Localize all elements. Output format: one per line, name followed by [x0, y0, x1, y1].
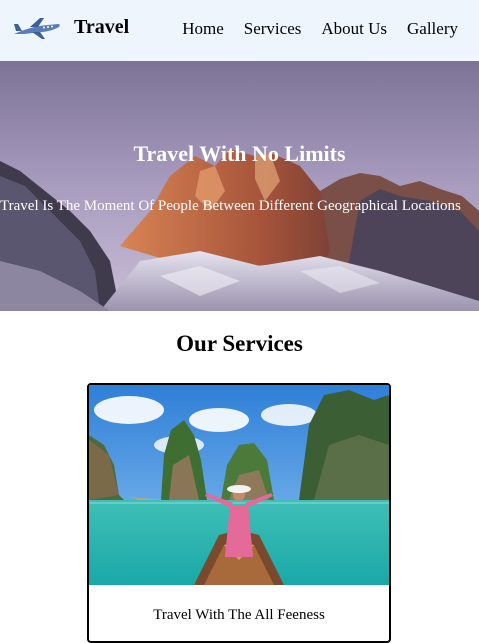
brand-name: Travel [74, 16, 130, 38]
brand[interactable]: Travel [12, 12, 129, 42]
service-card-caption: Travel With The All Feeness [153, 607, 325, 623]
site-header: Travel Home Services About Us Gallery [0, 0, 479, 61]
nav-gallery[interactable]: Gallery [407, 18, 458, 40]
main-nav: Home Services About Us Gallery [182, 18, 458, 40]
airplane-icon [12, 12, 62, 42]
service-card[interactable]: Travel With The All Feeness [87, 383, 391, 643]
nav-about-us[interactable]: About Us [321, 18, 387, 40]
hero-subtitle: Travel Is The Moment Of People Between D… [0, 198, 461, 214]
nav-home[interactable]: Home [182, 18, 224, 40]
hero-section: Travel With No Limits Travel Is The Mome… [0, 61, 479, 311]
nav-services[interactable]: Services [244, 18, 302, 40]
services-heading: Our Services [176, 331, 303, 356]
hero-mountain-image [0, 61, 479, 311]
hero-title: Travel With No Limits [133, 141, 346, 166]
service-card-image [89, 385, 389, 585]
